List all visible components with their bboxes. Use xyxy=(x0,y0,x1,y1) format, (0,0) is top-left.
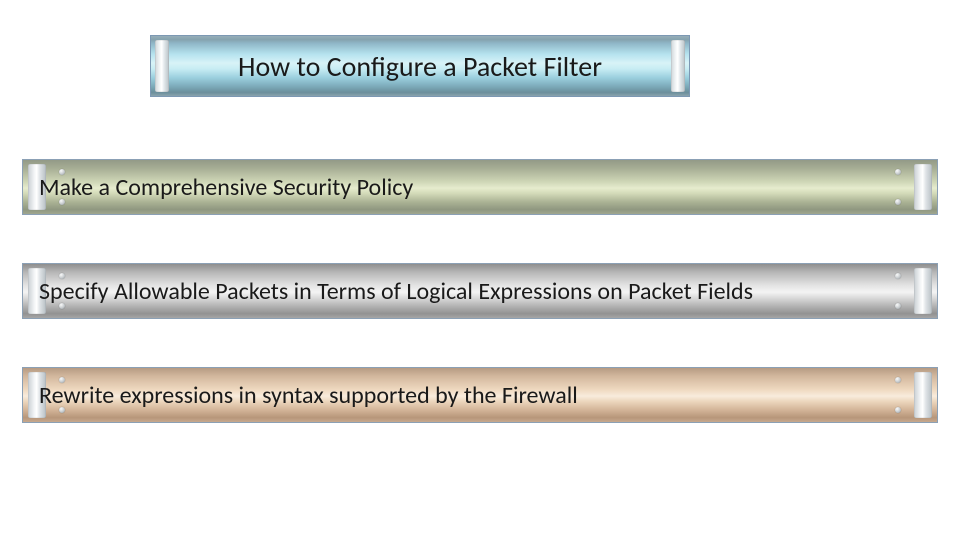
bar-endcap-right xyxy=(914,268,932,314)
slide-title: How to Configure a Packet Filter xyxy=(238,49,602,84)
slide: How to Configure a Packet Filter Make a … xyxy=(0,0,960,540)
rivet-icon xyxy=(895,377,901,383)
rivet-icon xyxy=(895,273,901,279)
rivet-icon xyxy=(895,199,901,205)
rivet-icon xyxy=(895,169,901,175)
title-endcap-right xyxy=(671,40,685,92)
step-text-2: Specify Allowable Packets in Terms of Lo… xyxy=(39,277,753,306)
bar-endcap-right xyxy=(914,164,932,210)
bar-endcap-right xyxy=(914,372,932,418)
step-bar-3: Rewrite expressions in syntax supported … xyxy=(22,367,938,423)
step-bar-2: Specify Allowable Packets in Terms of Lo… xyxy=(22,263,938,319)
step-text-3: Rewrite expressions in syntax supported … xyxy=(39,381,578,410)
step-text-1: Make a Comprehensive Security Policy xyxy=(39,173,413,202)
step-bar-1: Make a Comprehensive Security Policy xyxy=(22,159,938,215)
rivet-icon xyxy=(895,303,901,309)
rivet-icon xyxy=(895,407,901,413)
title-panel: How to Configure a Packet Filter xyxy=(150,35,690,97)
title-endcap-left xyxy=(155,40,169,92)
